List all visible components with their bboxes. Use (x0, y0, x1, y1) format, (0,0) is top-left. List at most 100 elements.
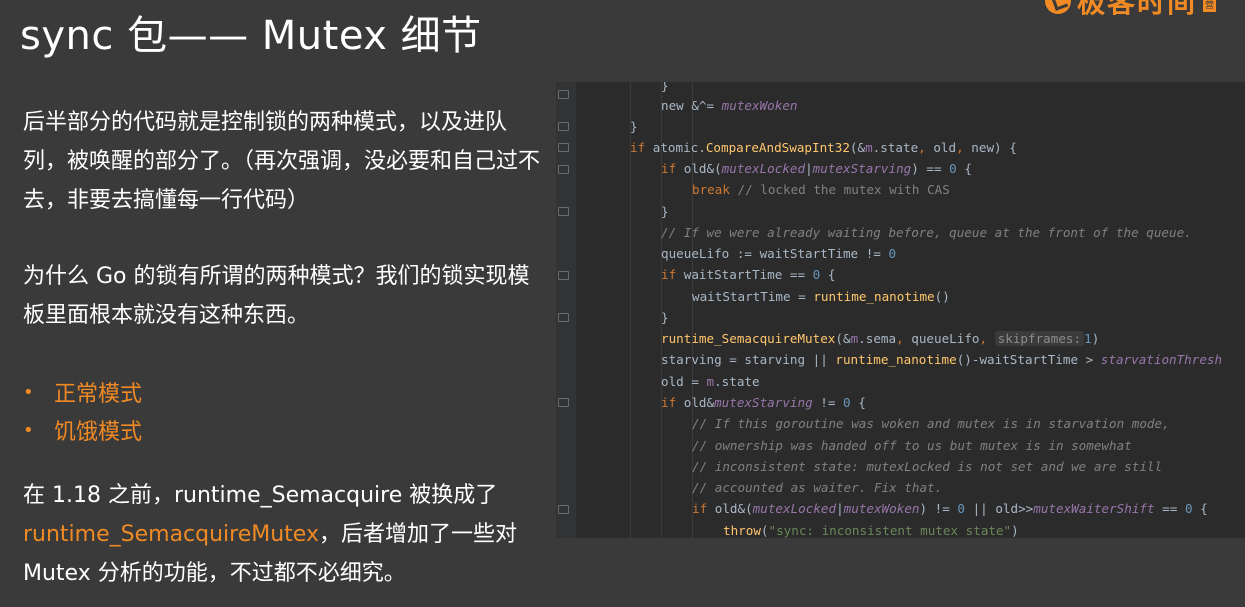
code-line: waitStartTime = runtime_nanotime() (692, 286, 950, 307)
paragraph-intro: 后半部分的代码就是控制锁的两种模式，以及进队列，被唤醒的部分了。（再次强调，没必… (23, 110, 541, 213)
paragraph-history: 在 1.18 之前，runtime_Semacquire 被换成了 runtime… (23, 476, 543, 593)
code-token: .state (872, 140, 919, 155)
list-item: • 饥饿模式 (23, 411, 142, 449)
code-token: starving = starving || (661, 352, 836, 367)
fold-marker-icon[interactable] (558, 90, 569, 99)
page-title: sync 包—— Mutex 细节 (20, 13, 482, 59)
code-token: , (918, 140, 926, 155)
code-token: { (820, 267, 836, 282)
code-token: queueLifo := waitStartTime != (661, 246, 889, 261)
code-token: old (925, 140, 957, 155)
code-token: m (706, 374, 715, 389)
bullet-icon: • (23, 381, 34, 403)
fold-marker-icon[interactable] (558, 271, 569, 280)
code-token: 0 (1184, 501, 1193, 516)
bullet-text: 饥饿模式 (54, 420, 143, 445)
code-token: .state (714, 374, 760, 389)
code-token: CompareAndSwapInt32 (705, 140, 850, 155)
code-token: .sema (858, 331, 897, 346)
code-token: queueLifo (903, 331, 980, 346)
code-token: m (865, 140, 873, 155)
fold-marker-icon[interactable] (558, 122, 569, 131)
code-token: (& (835, 331, 851, 346)
slide: sync 包—— Mutex 细节 极客时间 营 后半部分的代码就是控制锁的两种… (0, 0, 1245, 607)
code-token: waitStartTime == (676, 267, 813, 282)
code-token: ) (1011, 523, 1019, 538)
code-editor[interactable]: } new &^= mutexWoken } if atomic.Compare… (556, 82, 1245, 538)
fold-marker-icon[interactable] (558, 313, 569, 322)
fold-marker-icon[interactable] (558, 398, 569, 407)
code-token: 1 (1084, 331, 1092, 346)
code-line: starving = starving || runtime_nanotime(… (661, 349, 1222, 370)
code-token: 0 (957, 501, 966, 516)
code-token: runtime_nanotime (813, 289, 935, 304)
code-token: old&( (676, 161, 722, 176)
code-token: != (812, 395, 844, 410)
code-comment: // If this goroutine was woken and mutex… (692, 416, 1170, 431)
code-token: mutexWoken (721, 98, 798, 113)
list-item: • 正常模式 (23, 373, 142, 411)
code-token: 0 (843, 395, 851, 410)
code-token: 0 (949, 161, 957, 176)
code-token: || old>> (965, 501, 1034, 516)
bullet-list: • 正常模式 • 饥饿模式 (23, 373, 142, 449)
code-line: old = m.state (661, 371, 760, 392)
code-token: atomic. (645, 140, 706, 155)
code-line: if old&(mutexLocked|mutexWoken) != 0 || … (692, 498, 1208, 519)
code-token: old&( (707, 501, 753, 516)
code-token: , (979, 331, 988, 346)
parameter-hint: skipframes: (994, 331, 1085, 346)
code-token: mutexLocked (721, 161, 806, 176)
code-token: ) == (911, 161, 950, 176)
code-token: , (956, 140, 964, 155)
code-line: throw("sync: inconsistent mutex state") (723, 520, 1019, 538)
code-token: old = (661, 374, 707, 389)
fold-marker-icon[interactable] (558, 165, 569, 174)
code-line: } (661, 204, 669, 219)
code-token: mutexLocked (752, 501, 837, 516)
code-token: if (692, 501, 708, 516)
fold-marker-icon[interactable] (558, 143, 569, 152)
code-token: | (836, 501, 844, 516)
code-line: if waitStartTime == 0 { (661, 264, 835, 285)
bullet-icon: • (23, 419, 34, 441)
code-token: (& (849, 140, 866, 155)
code-token: "sync: inconsistent mutex state" (768, 523, 1012, 538)
fold-marker-icon[interactable] (558, 505, 569, 514)
logo: 极客时间 营 (1045, 0, 1217, 19)
code-token: new) { (963, 140, 1017, 155)
code-token: mutexWoken (843, 501, 920, 516)
code-token: waitStartTime = (692, 289, 814, 304)
code-comment: // accounted as waiter. Fix that. (692, 480, 943, 495)
code-token: 0 (888, 246, 897, 261)
code-token: mutexWaiterShift (1033, 501, 1155, 516)
code-token: break (692, 182, 730, 197)
code-token: runtime_SemacquireMutex (661, 331, 836, 346)
code-token: if (661, 161, 677, 176)
code-token: , (896, 331, 904, 346)
code-token: == (1154, 501, 1185, 516)
code-line: if atomic.CompareAndSwapInt32(&m.state, … (630, 137, 1017, 158)
code-token: old& (676, 395, 715, 410)
code-token: throw (723, 523, 761, 538)
code-token: ()-waitStartTime > (956, 352, 1101, 367)
code-token: | (805, 161, 813, 176)
code-token: { (1192, 501, 1208, 516)
code-line: if old&(mutexLocked|mutexStarving) == 0 … (661, 158, 972, 179)
history-text: 在 1.18 之前，runtime_Semacquire 被换成了 (23, 483, 498, 508)
code-comment: // ownership was handed off to us but mu… (692, 438, 1132, 453)
code-token: runtime_nanotime (835, 352, 957, 367)
paragraph-question: 为什么 Go 的锁有所谓的两种模式？我们的锁实现模板里面根本就没有这种东西。 (23, 264, 530, 328)
code-token: () (934, 289, 950, 304)
code-token: mutexStarving (812, 161, 912, 176)
code-line: runtime_SemacquireMutex(&m.sema, queueLi… (661, 328, 1099, 349)
code-token: if (661, 395, 677, 410)
code-comment: // locked the mutex with CAS (729, 182, 950, 197)
logo-text: 极客时间 (1077, 0, 1198, 19)
code-token: mutexStarving (714, 395, 813, 410)
bullet-text: 正常模式 (54, 382, 143, 407)
code-line: if old&mutexStarving != 0 { (661, 392, 866, 413)
code-line: break // locked the mutex with CAS (692, 179, 950, 200)
code-token: new &^= (661, 98, 722, 113)
fold-marker-icon[interactable] (558, 207, 569, 216)
